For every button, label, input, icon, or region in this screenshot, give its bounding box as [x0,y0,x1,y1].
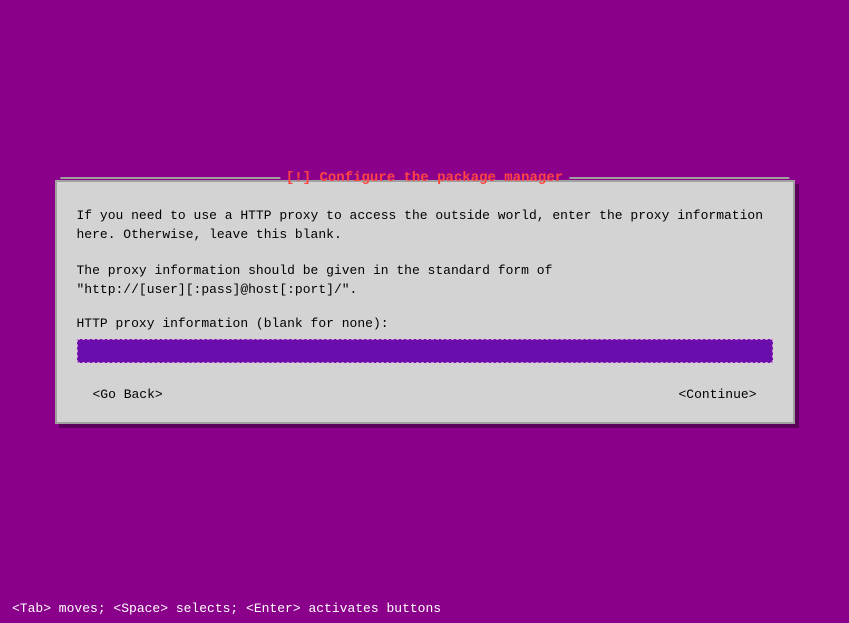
proxy-label: HTTP proxy information (blank for none): [77,316,773,331]
dialog-title-bar: [!] Configure the package manager [60,170,789,186]
dialog-title: [!] Configure the package manager [286,170,563,186]
body-text-2: The proxy information should be given in… [77,261,773,300]
status-bar-text: <Tab> moves; <Space> selects; <Enter> ac… [12,601,441,616]
continue-button[interactable]: <Continue> [666,383,768,406]
status-bar: <Tab> moves; <Space> selects; <Enter> ac… [0,593,849,623]
dialog-buttons: <Go Back> <Continue> [77,383,773,406]
title-line-left [60,177,280,179]
go-back-button[interactable]: <Go Back> [81,383,175,406]
body-text-1: If you need to use a HTTP proxy to acces… [77,206,773,245]
dialog-content: If you need to use a HTTP proxy to acces… [57,182,793,422]
title-line-right [569,177,789,179]
proxy-input[interactable] [77,339,773,363]
configure-package-manager-dialog: [!] Configure the package manager If you… [55,180,795,424]
